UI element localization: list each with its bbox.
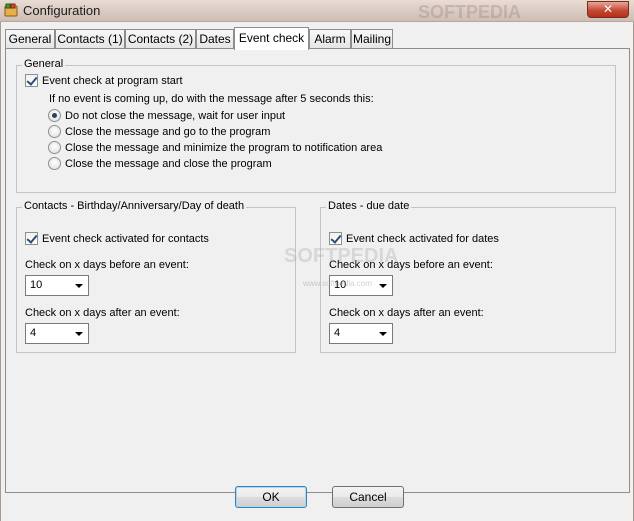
dates-after-select[interactable]: 4	[329, 323, 393, 344]
option-wait-radio[interactable]: Do not close the message, wait for user …	[48, 109, 285, 122]
checkbox-checked[interactable]	[329, 232, 342, 245]
window-title: Configuration	[23, 3, 101, 18]
radio-unselected[interactable]	[48, 141, 61, 154]
combo-value: 4	[30, 327, 37, 339]
tab-event-check[interactable]: Event check	[234, 27, 309, 50]
dates-legend: Dates - due date	[326, 200, 412, 212]
combo-value: 4	[334, 327, 341, 339]
tab-contacts-2[interactable]: Contacts (2)	[125, 29, 196, 49]
option-close-program-radio[interactable]: Close the message and close the program	[48, 157, 272, 170]
chevron-down-icon[interactable]	[75, 332, 83, 336]
close-button[interactable]: ✕	[587, 1, 629, 18]
dialog-body: General Contacts (1) Contacts (2) Dates …	[0, 22, 634, 521]
tab-label: Alarm	[314, 32, 346, 46]
option-label: Do not close the message, wait for user …	[65, 109, 286, 122]
watermark: SOFTPEDIA	[418, 2, 522, 22]
tab-contacts-1[interactable]: Contacts (1)	[55, 29, 125, 49]
radio-unselected[interactable]	[48, 157, 61, 170]
ok-label: OK	[262, 490, 280, 504]
title-bar[interactable]: Configuration SOFTPEDIA ✕	[0, 0, 634, 22]
general-legend: General	[22, 58, 66, 70]
option-label: Close the message and go to the program	[65, 125, 271, 138]
contacts-group: Contacts - Birthday/Anniversary/Day of d…	[16, 200, 296, 353]
app-icon	[4, 3, 18, 17]
dates-before-label: Check on x days before an event:	[329, 259, 493, 271]
tab-alarm[interactable]: Alarm	[309, 29, 351, 49]
checkbox-checked[interactable]	[25, 232, 38, 245]
tab-general[interactable]: General	[5, 29, 55, 49]
instruction-text: If no event is coming up, do with the me…	[49, 93, 374, 105]
close-icon: ✕	[602, 2, 614, 16]
radio-unselected[interactable]	[48, 125, 61, 138]
option-label: Close the message and close the program	[65, 157, 272, 170]
contacts-before-select[interactable]: 10	[25, 275, 89, 296]
tab-label: Mailing	[352, 32, 391, 46]
cancel-label: Cancel	[349, 490, 387, 504]
tab-label: Event check	[238, 31, 305, 45]
event-check-start-label: Event check at program start	[42, 74, 183, 87]
contacts-before-label: Check on x days before an event:	[25, 259, 189, 271]
chevron-down-icon[interactable]	[75, 284, 83, 288]
tab-label: General	[8, 32, 52, 46]
chevron-down-icon[interactable]	[379, 284, 387, 288]
dates-activated-checkbox[interactable]: Event check activated for dates	[329, 232, 499, 245]
contacts-activated-checkbox[interactable]: Event check activated for contacts	[25, 232, 209, 245]
tab-label: Contacts (2)	[127, 32, 194, 46]
event-check-start-checkbox[interactable]: Event check at program start	[25, 74, 183, 87]
cancel-button[interactable]: Cancel	[332, 486, 404, 508]
option-minimize-radio[interactable]: Close the message and minimize the progr…	[48, 141, 382, 154]
tab-label: Dates	[199, 32, 231, 46]
dates-group: Dates - due date Event check activated f…	[320, 200, 616, 353]
contacts-after-label: Check on x days after an event:	[25, 307, 180, 319]
contacts-legend: Contacts - Birthday/Anniversary/Day of d…	[22, 200, 247, 212]
option-go-to-program-radio[interactable]: Close the message and go to the program	[48, 125, 270, 138]
combo-value: 10	[30, 279, 43, 291]
combo-value: 10	[334, 279, 347, 291]
contacts-activated-label: Event check activated for contacts	[42, 232, 209, 245]
general-group: General Event check at program start If …	[16, 58, 616, 193]
option-label: Close the message and minimize the progr…	[65, 141, 383, 154]
tab-mailing[interactable]: Mailing	[351, 29, 393, 49]
checkbox-checked[interactable]	[25, 74, 38, 87]
chevron-down-icon[interactable]	[379, 332, 387, 336]
contacts-after-select[interactable]: 4	[25, 323, 89, 344]
dates-after-label: Check on x days after an event:	[329, 307, 484, 319]
ok-button[interactable]: OK	[235, 486, 307, 508]
dates-before-select[interactable]: 10	[329, 275, 393, 296]
tab-dates[interactable]: Dates	[196, 29, 234, 49]
tab-panel-event-check: General Event check at program start If …	[5, 48, 630, 493]
tab-label: Contacts (1)	[57, 32, 123, 46]
radio-selected[interactable]	[48, 109, 61, 122]
dates-activated-label: Event check activated for dates	[346, 232, 499, 245]
